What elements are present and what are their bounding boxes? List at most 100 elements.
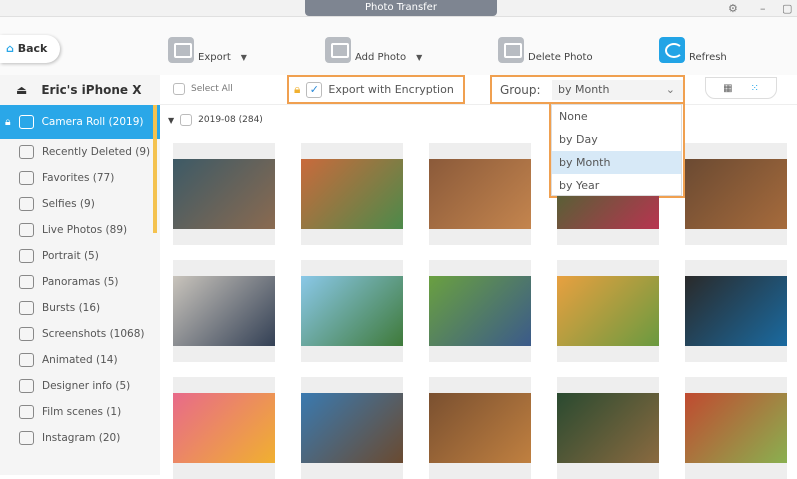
photo-thumbnail[interactable]: [429, 377, 531, 479]
sidebar-item-label: Recently Deleted (9): [42, 146, 151, 158]
lock-icon: 🔒︎: [5, 115, 11, 128]
sidebar-item[interactable]: Selfies (9): [0, 191, 160, 217]
group-label: Group:: [500, 82, 541, 97]
photo-thumbnail[interactable]: [557, 260, 659, 362]
photo-thumbnail[interactable]: [685, 377, 787, 479]
section-header: ▼ 2019-08 (284): [168, 114, 263, 126]
export-encryption-option[interactable]: 🔒︎ ✓ Export with Encryption: [287, 75, 465, 104]
window-title: Photo Transfer: [305, 0, 497, 16]
album-icon: [19, 327, 34, 341]
photo-image: [173, 276, 275, 346]
sidebar-item[interactable]: Bursts (16): [0, 295, 160, 321]
photo-thumbnail[interactable]: [429, 143, 531, 245]
dropdown-arrow-icon[interactable]: ▼: [241, 53, 247, 62]
sidebar-item-label: Bursts (16): [42, 302, 101, 314]
sidebar-item-label: Screenshots (1068): [42, 328, 145, 340]
dropdown-arrow-icon[interactable]: ▼: [416, 53, 422, 62]
sidebar-item-label: Animated (14): [42, 354, 118, 366]
album-icon: [18, 115, 34, 129]
photo-thumbnail[interactable]: [429, 260, 531, 362]
photo-thumbnail[interactable]: [173, 260, 275, 362]
photo-thumbnail[interactable]: [173, 143, 275, 245]
sidebar-item-label: Designer info (5): [42, 380, 131, 392]
album-icon: [19, 171, 34, 185]
sidebar-item-label: Portrait (5): [42, 250, 99, 262]
delete-photo-button[interactable]: Delete Photo: [498, 37, 593, 63]
album-icon: [19, 197, 34, 211]
export-button[interactable]: Export ▼: [168, 37, 247, 63]
eject-icon[interactable]: ⏏: [16, 83, 27, 97]
group-option[interactable]: None: [552, 105, 681, 128]
large-grid-icon[interactable]: ▦: [723, 83, 732, 94]
device-header[interactable]: ⏏ Eric's iPhone X: [0, 75, 160, 105]
sidebar-item[interactable]: Animated (14): [0, 347, 160, 373]
group-option[interactable]: by Year: [552, 174, 681, 197]
photo-image: [685, 276, 787, 346]
photo-image: [301, 159, 403, 229]
photo-image: [557, 393, 659, 463]
sidebar-item[interactable]: Panoramas (5): [0, 269, 160, 295]
delete-photo-icon: [498, 37, 524, 63]
sidebar-item-label: Film scenes (1): [42, 406, 122, 418]
add-photo-button[interactable]: Add Photo ▼: [325, 37, 422, 63]
sidebar-item-label: Favorites (77): [42, 172, 115, 184]
sidebar-item-label: Panoramas (5): [42, 276, 119, 288]
sidebar-scrollbar[interactable]: [153, 105, 157, 233]
small-grid-icon[interactable]: ⁙: [751, 83, 759, 94]
group-value: by Month: [552, 79, 683, 100]
sidebar-item[interactable]: Favorites (77): [0, 165, 160, 191]
main-header: Select All: [160, 75, 797, 105]
sidebar-item-label: Camera Roll (2019): [41, 116, 144, 128]
photo-thumbnail[interactable]: [557, 377, 659, 479]
delete-photo-label: Delete Photo: [528, 51, 593, 63]
photo-image: [429, 276, 531, 346]
group-option[interactable]: by Day: [552, 128, 681, 151]
group-option[interactable]: by Month: [552, 151, 681, 174]
sidebar-item[interactable]: Screenshots (1068): [0, 321, 160, 347]
section-checkbox[interactable]: [180, 114, 193, 126]
photo-image: [301, 393, 403, 463]
photo-thumbnail[interactable]: [301, 260, 403, 362]
photo-image: [173, 159, 275, 229]
minimize-button[interactable]: –: [760, 2, 766, 15]
collapse-icon[interactable]: ▼: [168, 116, 174, 125]
add-photo-label: Add Photo: [355, 51, 407, 63]
sidebar-item[interactable]: Instagram (20): [0, 425, 160, 451]
album-icon: [19, 249, 34, 263]
photo-thumbnail[interactable]: [301, 377, 403, 479]
view-toggle: ▦ ⁙: [705, 77, 777, 99]
sidebar-item[interactable]: Designer info (5): [0, 373, 160, 399]
sidebar-item-label: Selfies (9): [42, 198, 95, 210]
title-bar: Photo Transfer ⚙ – ▢: [0, 0, 797, 17]
photo-thumbnail[interactable]: [173, 377, 275, 479]
group-select[interactable]: Group: by Month ⌄: [490, 75, 685, 104]
photo-thumbnail[interactable]: [685, 143, 787, 245]
sidebar-item[interactable]: Portrait (5): [0, 243, 160, 269]
refresh-icon: [659, 37, 685, 63]
album-icon: [19, 223, 34, 237]
encryption-checkbox[interactable]: ✓: [306, 81, 323, 98]
back-label: Back: [17, 42, 48, 55]
album-icon: [19, 275, 34, 289]
photo-image: [173, 393, 275, 463]
photo-image: [429, 393, 531, 463]
album-icon: [19, 145, 34, 159]
sidebar-item-label: Live Photos (89): [42, 224, 128, 236]
toolbar: ⌂ Back Export ▼ Add Photo ▼ Delete Photo R…: [0, 17, 797, 75]
photo-thumbnail[interactable]: [301, 143, 403, 245]
refresh-button[interactable]: Refresh: [659, 37, 727, 63]
settings-icon[interactable]: ⚙: [728, 2, 738, 15]
home-icon: ⌂: [6, 42, 14, 55]
checkbox[interactable]: [173, 83, 185, 95]
album-icon: [19, 379, 34, 393]
album-icon: [19, 431, 34, 445]
sidebar-item[interactable]: Live Photos (89): [0, 217, 160, 243]
back-button[interactable]: ⌂ Back: [0, 35, 60, 63]
select-all-checkbox[interactable]: Select All: [173, 83, 233, 95]
maximize-button[interactable]: ▢: [782, 2, 792, 15]
chevron-down-icon[interactable]: ⌄: [666, 83, 675, 96]
sidebar-item[interactable]: Film scenes (1): [0, 399, 160, 425]
sidebar-item[interactable]: 🔒︎ Camera Roll (2019): [0, 105, 160, 139]
photo-thumbnail[interactable]: [685, 260, 787, 362]
sidebar-item[interactable]: Recently Deleted (9): [0, 139, 160, 165]
